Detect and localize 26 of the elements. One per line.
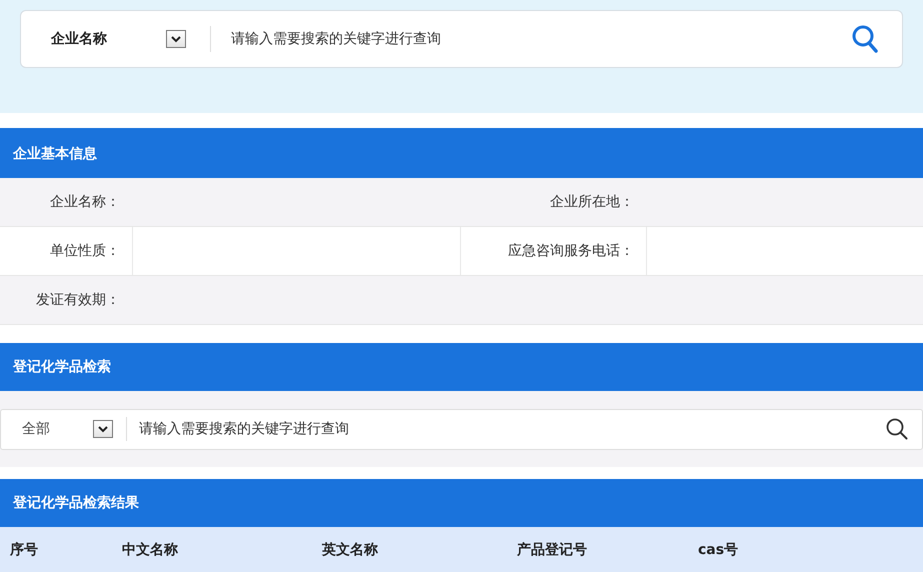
dropdown-button[interactable] (166, 30, 186, 48)
search-icon (852, 25, 878, 53)
field-label: 单位性质： (50, 242, 121, 260)
field-label: 应急咨询服务电话： (508, 242, 635, 260)
field-label: 企业名称： (50, 193, 121, 211)
column-header: 序号 (10, 540, 39, 558)
search-scope[interactable]: 企业名称 (21, 30, 166, 48)
section-header: 登记化学品检索结果 (0, 479, 923, 527)
search-icon (886, 418, 908, 440)
chemical-search-bar[interactable]: 全部 请输入需要搜索的关键字进行查询 (0, 408, 923, 450)
field-label: 企业所在地： (550, 193, 635, 211)
company-search-bar[interactable]: 企业名称 请输入需要搜索的关键字进行查询 (20, 10, 903, 68)
search-button[interactable] (886, 418, 908, 440)
field-label: 发证有效期： (36, 291, 121, 309)
column-header: 产品登记号 (517, 540, 588, 558)
search-field[interactable]: 请输入需要搜索的关键字进行查询 (211, 31, 852, 47)
column-header: 英文名称 (322, 540, 379, 558)
search-field[interactable]: 请输入需要搜索的关键字进行查询 (127, 421, 886, 437)
column-header: cas号 (698, 540, 740, 558)
column-header: 中文名称 (122, 540, 179, 558)
section-header: 企业基本信息 (0, 130, 923, 178)
dropdown-button[interactable] (93, 420, 113, 438)
section-header: 登记化学品检索 (0, 343, 923, 391)
search-scope[interactable]: 全部 (1, 420, 93, 438)
chevron-down-icon (98, 426, 108, 432)
chevron-down-icon (171, 36, 181, 42)
